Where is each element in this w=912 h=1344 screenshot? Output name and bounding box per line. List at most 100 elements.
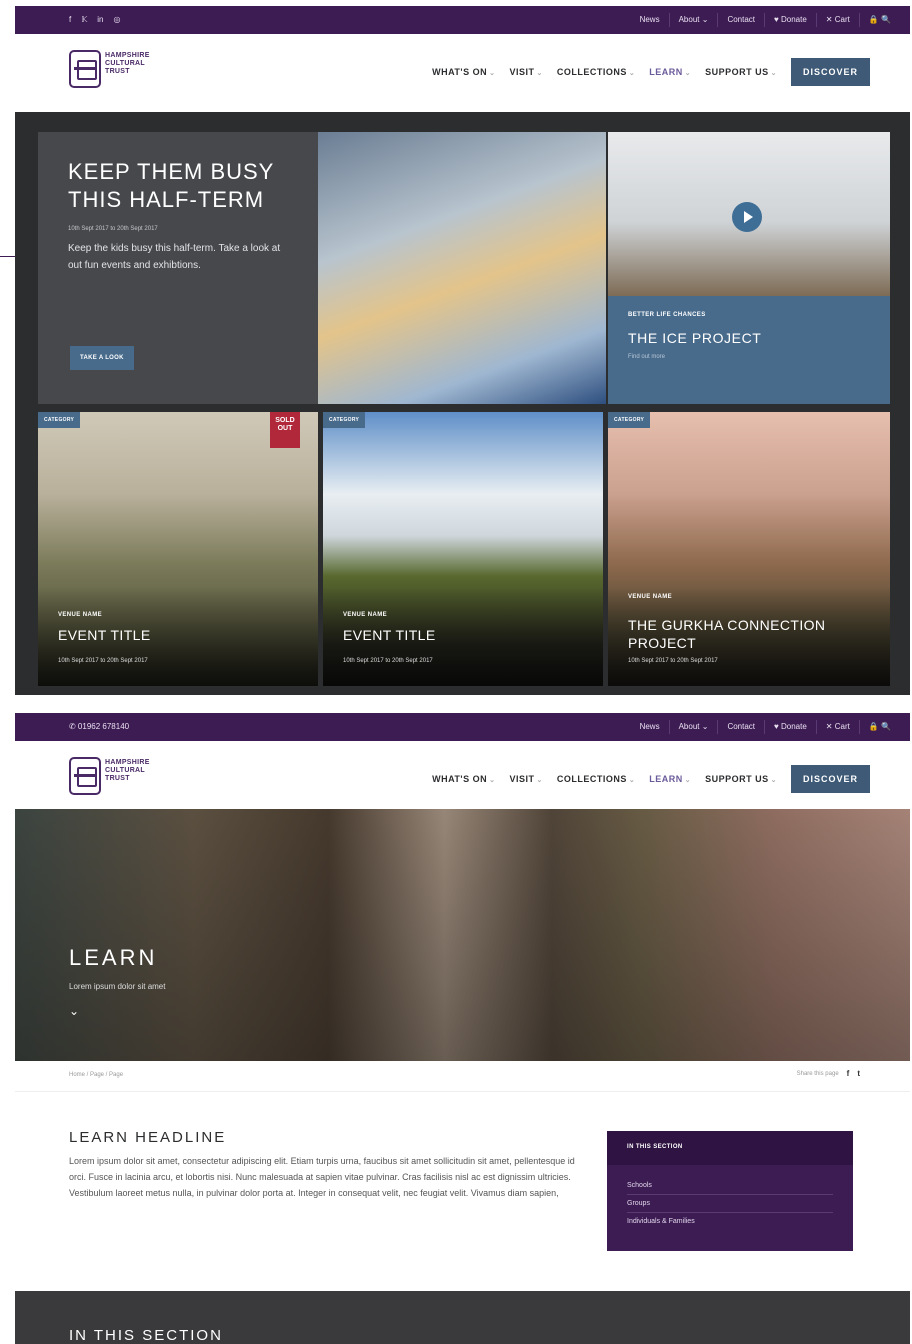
footer-section-title: IN THIS SECTION <box>69 1327 223 1344</box>
cart-link[interactable]: ✕ Cart <box>815 13 859 27</box>
nav-whats-on[interactable]: WHAT'S ON ⌄ <box>432 774 495 784</box>
learn-hero-banner: LEARN Lorem ipsum dolor sit amet ⌄ <box>15 809 910 1061</box>
featured-promo: KEEP THEM BUSY THIS HALF-TERM 10th Sept … <box>38 132 318 404</box>
chevron-down-icon: ⌄ <box>536 777 543 784</box>
facebook-icon[interactable]: f <box>847 1069 850 1078</box>
logo[interactable]: HAMPSHIRE CULTURAL TRUST <box>69 757 150 795</box>
promo-heading: KEEP THEM BUSY THIS HALF-TERM <box>68 159 274 212</box>
main-nav: WHAT'S ON ⌄ VISIT ⌄ COLLECTIONS ⌄ LEARN ⌄ SU… <box>432 58 870 86</box>
donate-link[interactable]: ♥ Donate <box>764 13 816 27</box>
sidebar-item-individuals-families[interactable]: Individuals & Families <box>627 1213 833 1230</box>
play-icon[interactable] <box>732 202 762 232</box>
main-nav: WHAT'S ON ⌄ VISIT ⌄ COLLECTIONS ⌄ LEARN ⌄ SU… <box>432 765 870 793</box>
share-label: Share this page <box>796 1070 839 1077</box>
contact-link[interactable]: Contact <box>717 13 764 27</box>
event-title: EVENT TITLE <box>58 627 151 643</box>
utility-links: News About ⌄ Contact ♥ Donate ✕ Cart 🔒 🔍 <box>631 713 900 741</box>
main-header: HAMPSHIRE CULTURAL TRUST WHAT'S ON ⌄ VISI… <box>15 34 910 112</box>
video-category: BETTER LIFE CHANCES <box>628 312 706 318</box>
nav-visit[interactable]: VISIT ⌄ <box>509 67 542 77</box>
chevron-down-icon: ⌄ <box>770 70 777 77</box>
scroll-down-icon[interactable]: ⌄ <box>69 1004 79 1018</box>
video-title: THE ICE PROJECT <box>628 330 762 346</box>
in-this-section-footer: IN THIS SECTION <box>15 1291 910 1344</box>
nav-collections[interactable]: COLLECTIONS ⌄ <box>557 774 635 784</box>
content-grid: KEEP THEM BUSY THIS HALF-TERM 10th Sept … <box>38 132 890 686</box>
utility-links: News About ⌄ Contact ♥ Donate ✕ Cart 🔒 🔍 <box>631 6 900 34</box>
boy-playing-image <box>318 132 606 404</box>
event-card[interactable]: CATEGORY VENUE NAME EVENT TITLE 10th Sep… <box>323 412 603 686</box>
news-link[interactable]: News <box>631 720 669 734</box>
sidebar-item-schools[interactable]: Schools <box>627 1177 833 1195</box>
event-card[interactable]: CATEGORY VENUE NAME THE GURKHA CONNECTIO… <box>608 412 890 686</box>
twitter-icon[interactable]: 𝕂 <box>81 15 87 24</box>
chevron-down-icon: ⌄ <box>628 70 636 77</box>
event-date: 10th Sept 2017 to 20th Sept 2017 <box>58 658 148 664</box>
nav-support-us[interactable]: SUPPORT US ⌄ <box>705 67 777 77</box>
sidebar-item-groups[interactable]: Groups <box>627 1195 833 1213</box>
discover-button[interactable]: DISCOVER <box>790 58 870 86</box>
promo-description: Keep the kids busy this half-term. Take … <box>68 243 281 271</box>
divider <box>15 1091 910 1092</box>
utility-bar: f 𝕂 in ◎ News About ⌄ Contact ♥ Donate ✕… <box>15 6 910 34</box>
home-page-mockup: f 𝕂 in ◎ News About ⌄ Contact ♥ Donate ✕… <box>15 6 910 695</box>
learn-headline: LEARN HEADLINE <box>69 1129 227 1146</box>
chevron-down-icon: ⌄ <box>536 70 543 77</box>
social-links: f 𝕂 in ◎ <box>69 15 120 24</box>
main-header: HAMPSHIRE CULTURAL TRUST WHAT'S ON ⌄ VISI… <box>15 741 910 819</box>
account-search-icons[interactable]: 🔒 🔍 <box>858 13 900 27</box>
promo-date: 10th Sept 2017 to 20th Sept 2017 <box>68 226 158 232</box>
logo-text: HAMPSHIRE CULTURAL TRUST <box>105 759 150 782</box>
contact-link[interactable]: Contact <box>717 720 764 734</box>
learn-page-mockup: ✆ 01962 678140 News About ⌄ Contact ♥ Do… <box>15 713 910 1344</box>
chevron-down-icon: ⌄ <box>489 777 496 784</box>
facebook-icon[interactable]: f <box>69 15 71 24</box>
find-out-more-link[interactable]: Find out more <box>628 354 665 360</box>
nav-collections[interactable]: COLLECTIONS ⌄ <box>557 67 635 77</box>
hero-subtitle: Lorem ipsum dolor sit amet <box>69 982 166 991</box>
linkedin-icon[interactable]: in <box>97 15 103 24</box>
logo-mark-icon <box>69 50 101 88</box>
nav-visit[interactable]: VISIT ⌄ <box>509 774 542 784</box>
cart-link[interactable]: ✕ Cart <box>815 720 859 734</box>
discover-button[interactable]: DISCOVER <box>790 765 870 793</box>
venue-name: VENUE NAME <box>628 594 673 600</box>
share-bar: Share this page f t <box>797 1069 860 1078</box>
nav-learn[interactable]: LEARN ⌄ <box>649 774 691 784</box>
logo-text: HAMPSHIRE CULTURAL TRUST <box>105 52 150 75</box>
chevron-down-icon: ⌄ <box>684 777 692 784</box>
nav-learn[interactable]: LEARN ⌄ <box>649 67 691 77</box>
about-link[interactable]: About ⌄ <box>668 13 718 27</box>
event-title: THE GURKHA CONNECTION PROJECT <box>628 617 826 651</box>
chevron-down-icon: ⌄ <box>489 70 496 77</box>
chevron-down-icon: ⌄ <box>770 777 777 784</box>
breadcrumb[interactable]: Home / Page / Page <box>69 1072 123 1078</box>
sidebar-title: IN THIS SECTION <box>607 1131 853 1165</box>
event-card[interactable]: CATEGORY SOLD OUT VENUE NAME EVENT TITLE… <box>38 412 318 686</box>
donate-link[interactable]: ♥ Donate <box>764 720 816 734</box>
nav-support-us[interactable]: SUPPORT US ⌄ <box>705 774 777 784</box>
logo[interactable]: HAMPSHIRE CULTURAL TRUST <box>69 50 150 88</box>
in-this-section-sidebar: IN THIS SECTION Schools Groups Individua… <box>607 1131 853 1251</box>
phone-number[interactable]: ✆ 01962 678140 <box>69 722 129 731</box>
category-badge: CATEGORY <box>38 412 81 428</box>
category-badge: CATEGORY <box>608 412 651 428</box>
learn-body-text: Lorem ipsum dolor sit amet, consectetur … <box>69 1156 575 1198</box>
ice-project-tile[interactable]: BETTER LIFE CHANCES THE ICE PROJECT Find… <box>608 132 890 404</box>
twitter-icon[interactable]: t <box>857 1069 860 1078</box>
sold-out-badge: SOLD OUT <box>270 412 300 448</box>
chevron-down-icon: ⌄ <box>628 777 636 784</box>
category-badge: CATEGORY <box>323 412 366 428</box>
hero-title: LEARN <box>69 945 158 970</box>
instagram-icon[interactable]: ◎ <box>114 15 121 24</box>
about-link[interactable]: About ⌄ <box>668 720 718 734</box>
nav-whats-on[interactable]: WHAT'S ON ⌄ <box>432 67 495 77</box>
chevron-down-icon: ⌄ <box>684 70 692 77</box>
take-a-look-button[interactable]: TAKE A LOOK <box>70 346 134 370</box>
event-date: 10th Sept 2017 to 20th Sept 2017 <box>628 658 718 664</box>
event-title: EVENT TITLE <box>343 627 436 643</box>
account-search-icons[interactable]: 🔒 🔍 <box>858 720 900 734</box>
utility-bar: ✆ 01962 678140 News About ⌄ Contact ♥ Do… <box>15 713 910 741</box>
venue-name: VENUE NAME <box>58 612 103 618</box>
news-link[interactable]: News <box>631 13 669 27</box>
